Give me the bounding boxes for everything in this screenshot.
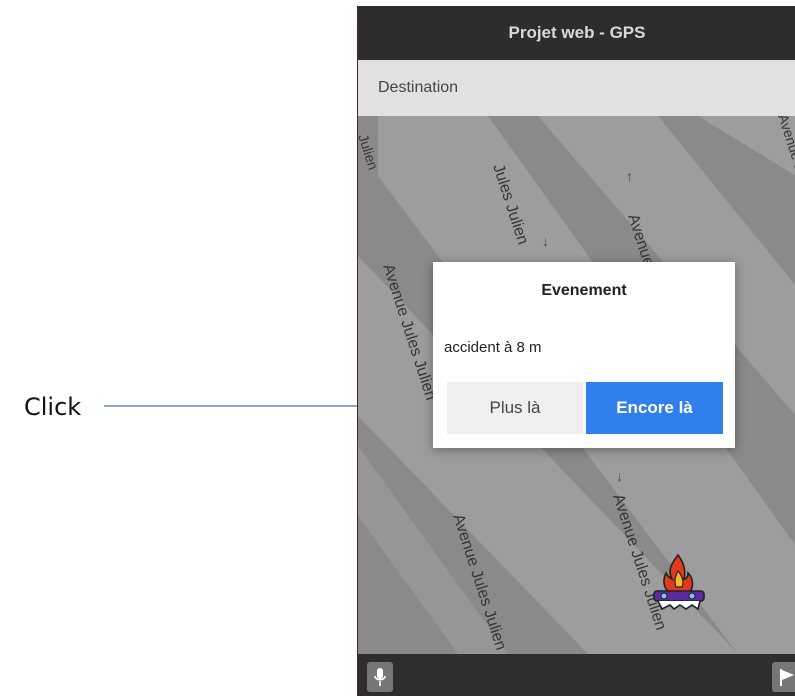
- dialog-message: accident à 8 m: [444, 339, 542, 356]
- car-fire-icon: [653, 553, 705, 611]
- destination-input[interactable]: Destination: [358, 60, 795, 116]
- destination-placeholder: Destination: [378, 79, 459, 96]
- mic-button[interactable]: [367, 662, 393, 692]
- app-title: Projet web - GPS: [508, 23, 646, 42]
- microphone-icon: [374, 668, 386, 686]
- event-dialog: Evenement accident à 8 m Plus là Encore …: [433, 262, 735, 448]
- dialog-title: Evenement: [541, 282, 627, 299]
- flag-button[interactable]: [772, 662, 795, 692]
- encore-la-button[interactable]: Encore là: [586, 382, 723, 434]
- app-window: Projet web - GPS Destination Jules Julie…: [357, 6, 795, 696]
- app-header: Projet web - GPS: [358, 6, 795, 60]
- bottom-toolbar: [358, 654, 795, 696]
- flag-icon: [780, 669, 794, 686]
- plus-la-button[interactable]: Plus là: [447, 382, 583, 434]
